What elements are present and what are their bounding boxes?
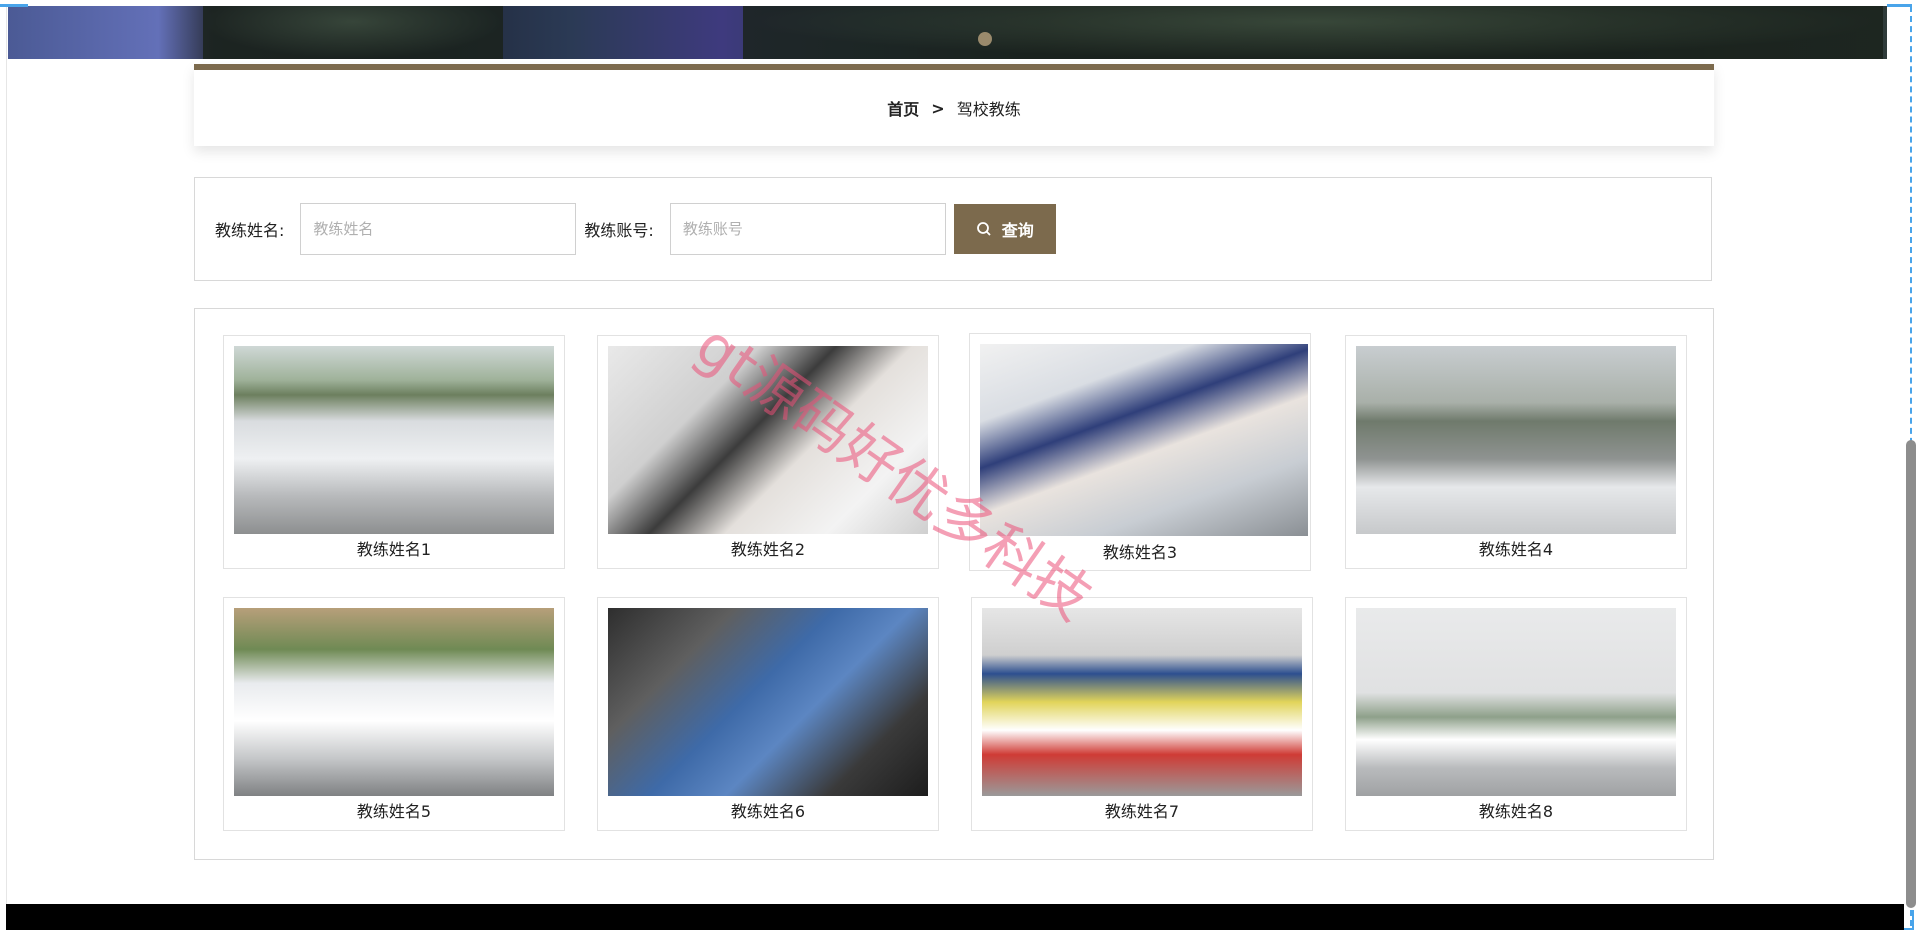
- coach-grid: 教练姓名1 教练姓名2 教练姓名3 教练姓名4 教练姓名5 教练姓名6 教练姓名…: [194, 308, 1714, 860]
- search-button-label: 查询: [1001, 221, 1034, 240]
- coach-card[interactable]: 教练姓名7: [971, 597, 1313, 831]
- coach-photo[interactable]: [234, 608, 554, 796]
- coach-name[interactable]: 教练姓名8: [1346, 798, 1686, 822]
- coach-name[interactable]: 教练姓名1: [224, 536, 564, 560]
- coach-card[interactable]: 教练姓名2: [597, 335, 939, 569]
- coach-name[interactable]: 教练姓名2: [598, 536, 938, 560]
- coach-account-input[interactable]: [669, 203, 946, 255]
- coach-card[interactable]: 教练姓名4: [1345, 335, 1687, 569]
- vertical-scrollbar[interactable]: [1906, 440, 1916, 908]
- search-form: 教练姓名: 教练账号: 查询: [194, 177, 1712, 281]
- coach-card[interactable]: 教练姓名1: [223, 335, 565, 569]
- coach-photo[interactable]: [234, 346, 554, 534]
- coach-name-input[interactable]: [300, 203, 577, 255]
- coach-photo[interactable]: [608, 346, 928, 534]
- coach-photo[interactable]: [1356, 346, 1676, 534]
- coach-name-label: 教练姓名:: [215, 221, 285, 240]
- coach-card[interactable]: 教练姓名6: [597, 597, 939, 831]
- coach-name[interactable]: 教练姓名3: [970, 539, 1310, 563]
- coach-photo[interactable]: [982, 608, 1302, 796]
- selection-guide-corner: [0, 4, 28, 7]
- coach-name[interactable]: 教练姓名6: [598, 798, 938, 822]
- coach-card[interactable]: 教练姓名3: [969, 333, 1311, 571]
- coach-account-label: 教练账号:: [584, 221, 654, 240]
- coach-name[interactable]: 教练姓名4: [1346, 536, 1686, 560]
- coach-photo[interactable]: [980, 344, 1308, 536]
- coach-photo[interactable]: [1356, 608, 1676, 796]
- carousel-indicator-dot[interactable]: [978, 32, 992, 46]
- selection-guide-corner: [1887, 4, 1912, 7]
- search-icon: [976, 221, 992, 237]
- coach-card[interactable]: 教练姓名5: [223, 597, 565, 831]
- coach-photo[interactable]: [608, 608, 928, 796]
- search-button[interactable]: 查询: [953, 204, 1056, 254]
- breadcrumb-separator: >: [931, 98, 945, 118]
- footer-bar: [6, 904, 1904, 930]
- coach-name[interactable]: 教练姓名7: [972, 798, 1312, 822]
- breadcrumb: 首页 > 驾校教练: [194, 64, 1714, 146]
- breadcrumb-current: 驾校教练: [956, 100, 1021, 119]
- breadcrumb-home-link[interactable]: 首页: [887, 96, 919, 120]
- top-banner-image: [8, 6, 1887, 59]
- coach-name[interactable]: 教练姓名5: [224, 798, 564, 822]
- selection-guide-corner: [1904, 910, 1914, 930]
- coach-card[interactable]: 教练姓名8: [1345, 597, 1687, 831]
